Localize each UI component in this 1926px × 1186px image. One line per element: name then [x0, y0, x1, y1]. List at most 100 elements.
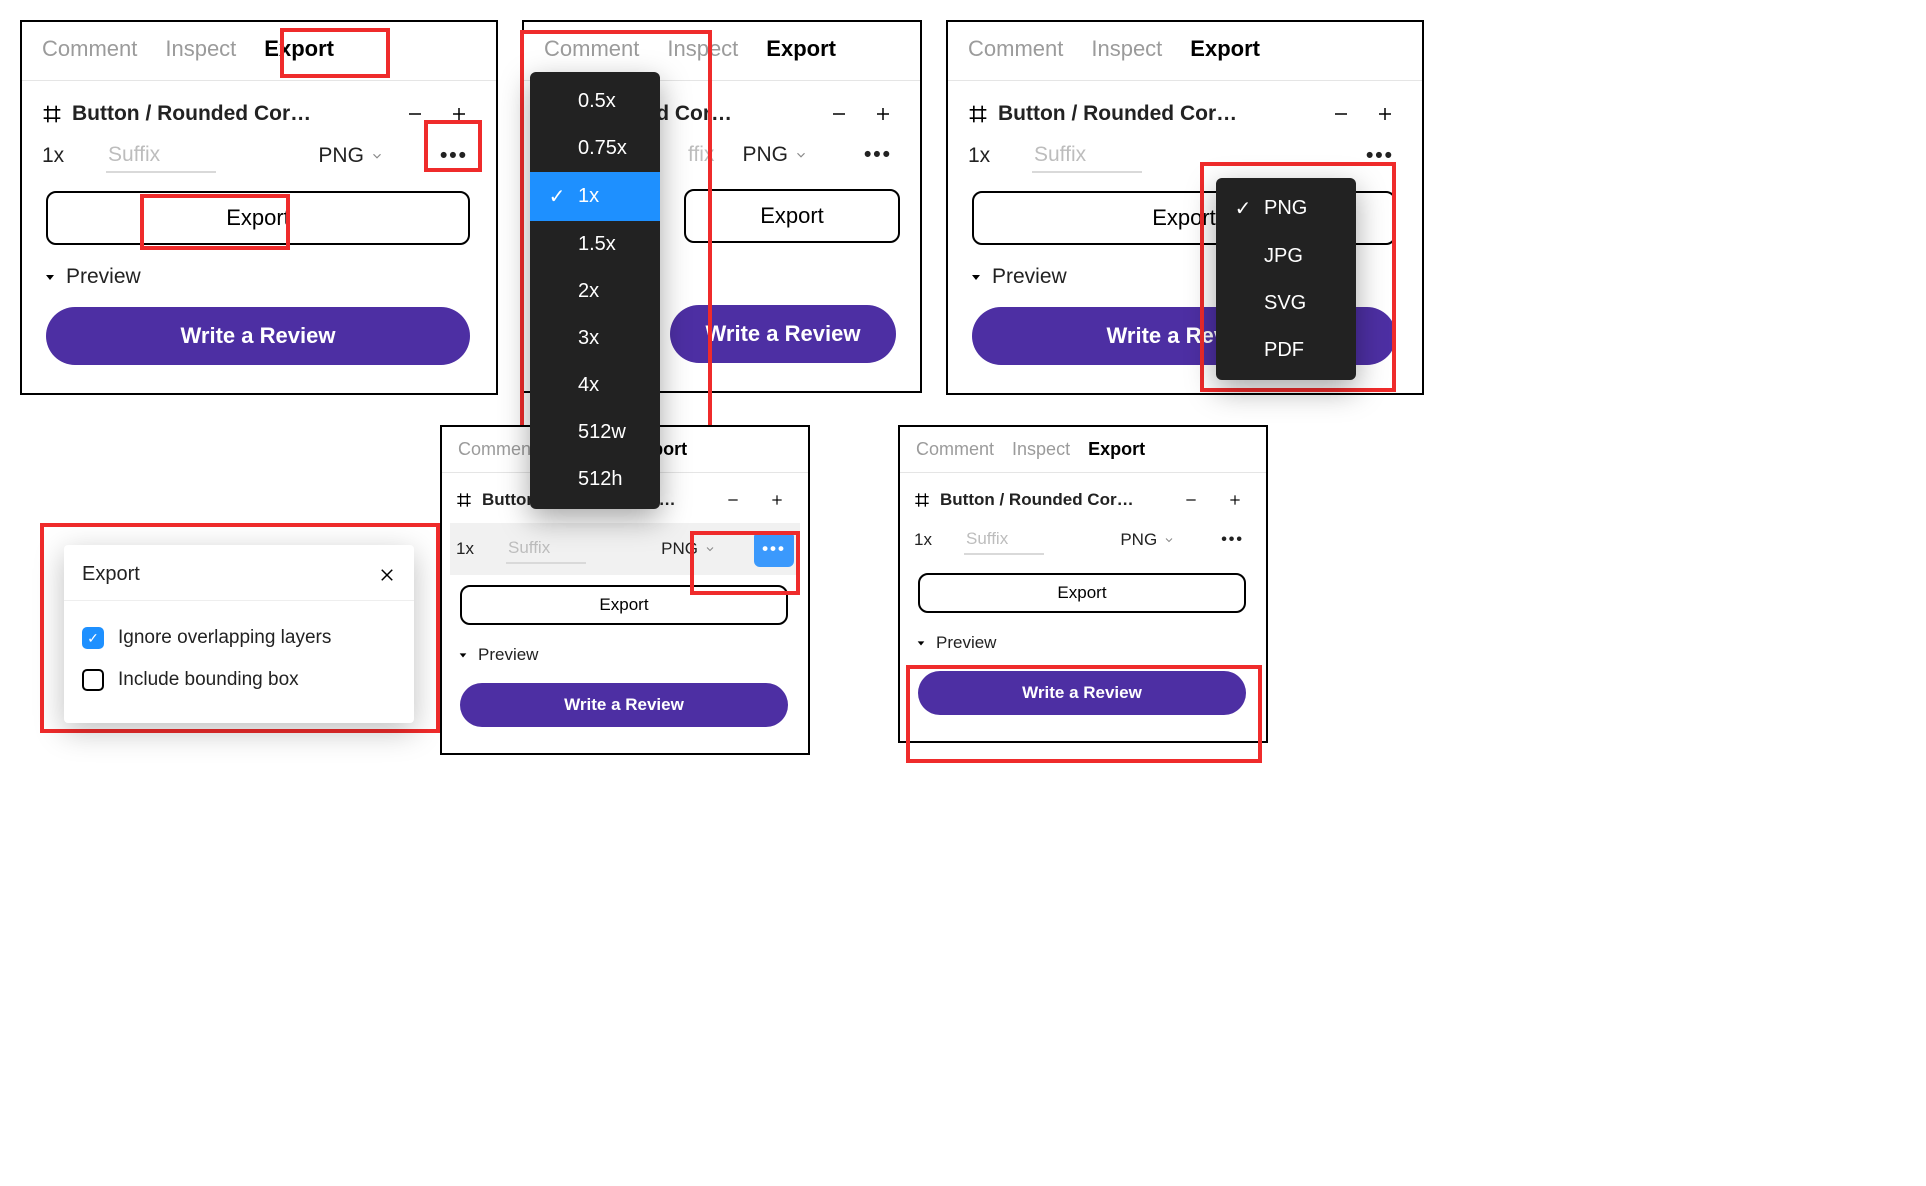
preview-label: Preview — [936, 633, 996, 653]
option-include-bounding-box[interactable]: Include bounding box — [82, 659, 396, 701]
scale-option-1.5x[interactable]: 1.5x — [530, 221, 660, 268]
tab-inspect[interactable]: Inspect — [165, 36, 236, 62]
caret-down-icon — [916, 638, 926, 648]
remove-export-button[interactable] — [822, 97, 856, 131]
tab-comment[interactable]: Comment — [42, 36, 137, 62]
more-options-button[interactable]: ••• — [432, 140, 476, 172]
suffix-input[interactable] — [1032, 139, 1142, 173]
scale-option-512h[interactable]: 512h — [530, 456, 660, 503]
checkbox-checked-icon[interactable]: ✓ — [82, 627, 104, 649]
frame-icon — [456, 492, 472, 508]
export-button[interactable]: Export — [918, 573, 1246, 613]
write-review-button[interactable]: Write a Review — [670, 305, 896, 363]
add-export-button[interactable] — [1218, 483, 1252, 517]
scale-option-2x[interactable]: 2x — [530, 268, 660, 315]
scale-value[interactable]: 1x — [968, 144, 1018, 168]
format-option-jpg[interactable]: JPG — [1216, 233, 1356, 280]
add-export-button[interactable] — [442, 97, 476, 131]
export-panel-options-popover-container: Comment Inspect Export Button / Rounded … — [20, 425, 810, 775]
remove-export-button[interactable] — [1324, 97, 1358, 131]
suffix-input[interactable] — [506, 534, 586, 564]
format-label: PNG — [742, 143, 788, 167]
scale-option-label: 4x — [578, 374, 599, 397]
write-review-button[interactable]: Write a Review — [460, 683, 788, 727]
add-export-button[interactable] — [866, 97, 900, 131]
format-select[interactable]: PNG — [1120, 530, 1175, 550]
tab-export[interactable]: Export — [766, 36, 836, 62]
format-option-png[interactable]: ✓ PNG — [1216, 184, 1356, 233]
tab-comment[interactable]: Comment — [968, 36, 1063, 62]
scale-value[interactable]: 1x — [42, 144, 92, 168]
more-options-button[interactable]: ••• — [856, 139, 900, 171]
remove-export-button[interactable] — [716, 483, 750, 517]
format-option-svg[interactable]: SVG — [1216, 280, 1356, 327]
scale-option-label: 1.5x — [578, 233, 616, 256]
tab-export[interactable]: Export — [1088, 439, 1145, 460]
chevron-down-icon — [704, 543, 716, 555]
more-options-button[interactable]: ••• — [1213, 527, 1252, 553]
suffix-input[interactable] — [106, 139, 216, 173]
format-option-label: PDF — [1264, 339, 1304, 362]
scale-option-3x[interactable]: 3x — [530, 315, 660, 362]
layer-name: Button / Rounded Cor… — [72, 102, 311, 126]
scale-option-512w[interactable]: 512w — [530, 409, 660, 456]
scale-option-label: 2x — [578, 280, 599, 303]
scale-option-0.75x[interactable]: 0.75x — [530, 125, 660, 172]
tab-inspect[interactable]: Inspect — [1012, 439, 1070, 460]
format-select[interactable]: PNG — [742, 143, 808, 167]
scale-option-4x[interactable]: 4x — [530, 362, 660, 409]
format-option-pdf[interactable]: PDF — [1216, 327, 1356, 374]
scale-option-label: 1x — [578, 185, 599, 208]
export-panel-preview: Comment Inspect Export Button / Rounded … — [898, 425, 1268, 743]
scale-dropdown[interactable]: 0.5x0.75x✓1x 1.5x 2x 3x 4x 512w 512h — [530, 72, 660, 509]
format-select[interactable]: PNG — [318, 144, 384, 168]
scale-option-label: 512h — [578, 468, 623, 491]
export-button[interactable]: Export — [460, 585, 788, 625]
scale-option-1x[interactable]: ✓1x — [530, 172, 660, 221]
more-options-button-active[interactable]: ••• — [754, 531, 794, 567]
tab-comment[interactable]: Comment — [544, 36, 639, 62]
tab-inspect[interactable]: Inspect — [1091, 36, 1162, 62]
add-export-button[interactable] — [1368, 97, 1402, 131]
export-panel-base: Comment Inspect Export Button / Rounded … — [20, 20, 498, 395]
format-select[interactable]: PNG — [661, 539, 716, 559]
tab-export[interactable]: Export — [264, 36, 334, 62]
format-dropdown[interactable]: ✓ PNG JPGSVG PDF — [1216, 178, 1356, 380]
write-review-button[interactable]: Write a Review — [46, 307, 470, 365]
checkbox-unchecked-icon[interactable] — [82, 669, 104, 691]
close-icon[interactable] — [378, 566, 396, 584]
option-label: Include bounding box — [118, 669, 299, 691]
frame-icon — [968, 104, 988, 124]
preview-label: Preview — [66, 265, 141, 289]
check-icon: ✓ — [1234, 196, 1252, 221]
option-ignore-overlapping[interactable]: ✓ Ignore overlapping layers — [82, 617, 396, 659]
scale-value[interactable]: 1x — [456, 539, 492, 559]
scale-value[interactable]: 1x — [914, 530, 950, 550]
tab-comment[interactable]: Comment — [916, 439, 994, 460]
write-review-button[interactable]: Write a Review — [918, 671, 1246, 715]
layer-name: Button / Rounded Cor… — [998, 102, 1237, 126]
export-panel-format-menu: Comment Inspect Export Button / Rounded … — [946, 20, 1424, 395]
remove-export-button[interactable] — [398, 97, 432, 131]
scale-option-label: 512w — [578, 421, 626, 444]
preview-toggle[interactable]: Preview — [42, 261, 476, 299]
remove-export-button[interactable] — [1174, 483, 1208, 517]
scale-option-0.5x[interactable]: 0.5x — [530, 78, 660, 125]
export-panel-scale-menu: Comment Inspect Export . xx ounded Cor… … — [522, 20, 922, 393]
caret-down-icon — [970, 271, 982, 283]
suffix-input[interactable] — [964, 525, 1044, 555]
frame-icon — [914, 492, 930, 508]
tab-export[interactable]: Export — [1190, 36, 1260, 62]
tab-inspect[interactable]: Inspect — [667, 36, 738, 62]
tab-comment[interactable]: Comment — [458, 439, 536, 460]
chevron-down-icon — [370, 149, 384, 163]
more-options-button[interactable]: ••• — [1358, 140, 1402, 172]
preview-toggle[interactable]: Preview — [914, 629, 1252, 663]
format-option-label: PNG — [1264, 197, 1307, 220]
option-label: Ignore overlapping layers — [118, 627, 331, 649]
preview-toggle[interactable]: Preview — [456, 641, 794, 675]
export-button[interactable]: Export — [684, 189, 900, 243]
add-export-button[interactable] — [760, 483, 794, 517]
format-label: PNG — [318, 144, 364, 168]
export-button[interactable]: Export — [46, 191, 470, 245]
